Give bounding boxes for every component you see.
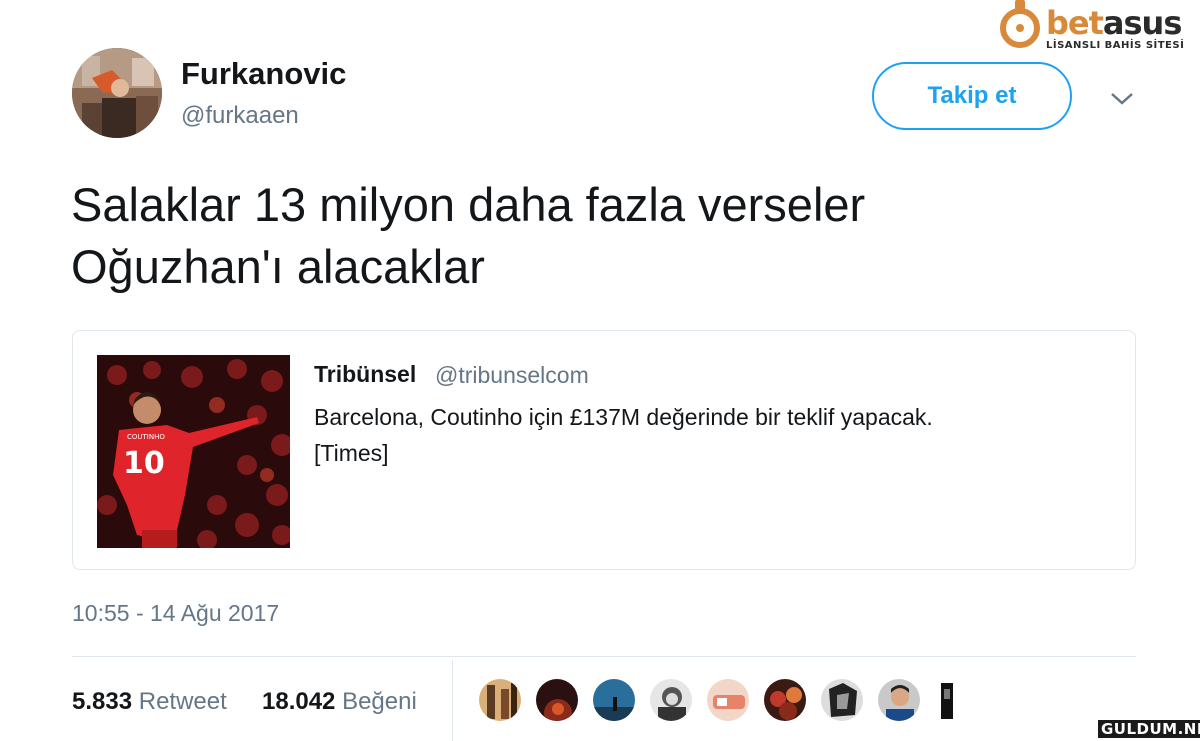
retweet-count[interactable]: 5.833 Retweet bbox=[72, 688, 227, 716]
quoted-text-line: Barcelona, Coutinho için £137M değerinde… bbox=[314, 404, 933, 430]
guldum-watermark: GULDUM.NET bbox=[1098, 720, 1200, 738]
tweet-text: Salaklar 13 milyon daha fazla verseler O… bbox=[71, 174, 1121, 298]
author-handle[interactable]: @furkaaen bbox=[181, 102, 299, 130]
like-label: Beğeni bbox=[342, 688, 417, 715]
stats-vertical-divider bbox=[452, 660, 453, 741]
tweet-timestamp[interactable]: 10:55 - 14 Ağu 2017 bbox=[72, 600, 279, 627]
betasus-ring-icon bbox=[1000, 0, 1040, 48]
betasus-brand: betasus bbox=[1046, 4, 1182, 42]
chevron-down-icon[interactable] bbox=[1108, 86, 1136, 110]
like-count-value: 18.042 bbox=[262, 688, 336, 715]
watermark-subtitle: LİSANSLI BAHİS SİTESİ bbox=[1046, 40, 1185, 51]
like-count[interactable]: 18.042 Beğeni bbox=[262, 688, 417, 716]
follow-button[interactable]: Takip et bbox=[872, 62, 1072, 130]
quoted-tweet-card[interactable]: COUTINHO 10 Tribünsel @tribunselcom Barc… bbox=[72, 330, 1136, 570]
brand-bet: bet bbox=[1046, 4, 1104, 42]
quoted-author-handle: @tribunselcom bbox=[435, 362, 589, 388]
brand-asus: asus bbox=[1102, 4, 1182, 42]
user-avatar-icon bbox=[72, 48, 162, 138]
liker-avatar[interactable] bbox=[934, 678, 958, 722]
author-avatar[interactable] bbox=[72, 48, 162, 138]
quoted-tweet-image: COUTINHO 10 bbox=[97, 355, 290, 548]
jersey-number: 10 bbox=[123, 446, 165, 481]
retweet-label: Retweet bbox=[138, 688, 227, 715]
football-player-image: COUTINHO 10 bbox=[97, 355, 290, 548]
stats-divider bbox=[72, 656, 1136, 657]
betasus-watermark-logo: betasus LİSANSLI BAHİS SİTESİ bbox=[998, 0, 1194, 56]
quoted-tweet-text: Barcelona, Coutinho için £137M değerinde… bbox=[314, 399, 1114, 471]
liker-avatar[interactable] bbox=[478, 678, 522, 722]
tweet-text-line: Salaklar 13 milyon daha fazla verseler bbox=[71, 178, 866, 231]
liker-avatar[interactable] bbox=[706, 678, 750, 722]
author-display-name[interactable]: Furkanovic bbox=[181, 56, 346, 92]
tweet-text-line: Oğuzhan'ı alacaklar bbox=[71, 240, 485, 293]
liker-avatar[interactable] bbox=[763, 678, 807, 722]
retweet-count-value: 5.833 bbox=[72, 688, 133, 715]
quoted-author-name: Tribünsel bbox=[314, 361, 417, 387]
jersey-name: COUTINHO bbox=[127, 433, 165, 441]
liker-avatar[interactable] bbox=[877, 678, 921, 722]
liker-avatar[interactable] bbox=[649, 678, 693, 722]
liker-avatar[interactable] bbox=[592, 678, 636, 722]
liker-avatars bbox=[478, 678, 958, 724]
liker-avatar[interactable] bbox=[820, 678, 864, 722]
liker-avatar[interactable] bbox=[535, 678, 579, 722]
quoted-text-line: [Times] bbox=[314, 440, 389, 466]
